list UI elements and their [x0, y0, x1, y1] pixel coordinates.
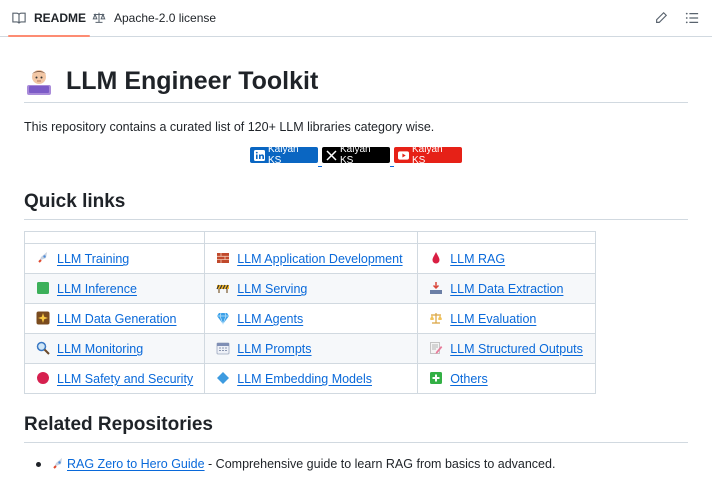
table-cell: LLM Data Generation: [23, 303, 206, 334]
link-llm-inference[interactable]: LLM Inference: [57, 282, 137, 296]
link-llm-application-development[interactable]: LLM Application Development: [237, 252, 402, 266]
table-header-cell: [417, 231, 597, 244]
edit-button[interactable]: [653, 10, 669, 26]
table-cell: LLM Agents: [204, 303, 419, 334]
plus-square-icon: [430, 372, 443, 384]
tab-license[interactable]: Apache-2.0 license: [92, 0, 216, 36]
link-llm-data-extraction[interactable]: LLM Data Extraction: [450, 282, 563, 296]
technologist-icon: [27, 70, 51, 95]
book-icon: [12, 12, 26, 24]
quick-links-heading: Quick links: [24, 191, 688, 220]
calendar-icon: [216, 342, 230, 355]
magnifier-icon: [36, 341, 50, 355]
brick-icon: [217, 253, 230, 263]
link-llm-structured-outputs[interactable]: LLM Structured Outputs: [450, 342, 583, 356]
pencil-icon: [656, 11, 668, 23]
table-cell: LLM RAG: [417, 243, 597, 274]
law-icon: [92, 12, 106, 23]
table-row: LLM Monitoring LLM Prompts LLM Structure…: [23, 333, 597, 364]
red-circle-icon: [37, 372, 49, 384]
scale-icon: [430, 313, 443, 324]
table-header-cell: [23, 231, 206, 244]
green-square-icon: [37, 282, 49, 294]
link-llm-safety-and-security[interactable]: LLM Safety and Security: [57, 372, 193, 386]
link-underline: [318, 166, 322, 167]
page-title: LLM Engineer Toolkit: [66, 67, 319, 95]
x-icon: [326, 149, 337, 161]
barrier-icon: [216, 284, 230, 293]
link-llm-data-generation[interactable]: LLM Data Generation: [57, 312, 177, 326]
table-cell: LLM Structured Outputs: [417, 333, 597, 364]
table-row: LLM Inference LLM Serving LLM Data Extra…: [23, 273, 597, 304]
table-cell: LLM Data Extraction: [417, 273, 597, 304]
tab-readme-label: README: [34, 11, 87, 25]
table-cell: LLM Monitoring: [23, 333, 206, 364]
table-cell: LLM Embedding Models: [204, 363, 419, 394]
table-cell: LLM Safety and Security: [23, 363, 206, 394]
related-repositories-list: RAG Zero to Hero Guide - Comprehensive g…: [36, 457, 555, 471]
list-icon: [685, 12, 699, 24]
table-cell: LLM Serving: [204, 273, 419, 304]
table-header-row: [23, 231, 597, 244]
tab-readme[interactable]: README: [8, 0, 91, 37]
rocket-icon: [38, 252, 47, 263]
link-llm-serving[interactable]: LLM Serving: [237, 282, 307, 296]
bullet-icon: [36, 461, 41, 467]
link-llm-monitoring[interactable]: LLM Monitoring: [57, 342, 143, 356]
tab-license-label: Apache-2.0 license: [114, 11, 217, 25]
outline-button[interactable]: [684, 10, 700, 26]
x-badge-label: Kalyan KS: [340, 144, 371, 166]
table-cell: LLM Application Development: [204, 243, 419, 274]
sparkle-icon: [36, 311, 50, 325]
drop-icon: [432, 252, 440, 264]
related-repositories-heading: Related Repositories: [24, 414, 688, 443]
readme-tabbar: README Apache-2.0 license: [0, 0, 712, 37]
table-cell: Others: [417, 363, 597, 394]
table-row: LLM Training LLM Application Development…: [23, 243, 597, 274]
link-llm-prompts[interactable]: LLM Prompts: [237, 342, 311, 356]
table-cell: LLM Evaluation: [417, 303, 597, 334]
youtube-icon: [398, 150, 409, 161]
link-rag-zero-to-hero-guide[interactable]: RAG Zero to Hero Guide: [67, 457, 205, 471]
table-row: LLM Safety and Security LLM Embedding Mo…: [23, 363, 597, 394]
gem-icon: [217, 312, 230, 325]
linkedin-badge-label: Kalyan KS: [268, 144, 299, 166]
rocket-icon: [53, 458, 62, 469]
youtube-badge-label: Kalyan KS: [412, 144, 443, 166]
page-title-row: LLM Engineer Toolkit: [24, 64, 688, 103]
x-badge[interactable]: Kalyan KS: [322, 144, 394, 167]
linkedin-icon: [254, 149, 265, 161]
link-llm-embedding-models[interactable]: LLM Embedding Models: [237, 372, 372, 386]
link-llm-training[interactable]: LLM Training: [57, 252, 129, 266]
linkedin-badge[interactable]: Kalyan KS: [250, 144, 322, 167]
table-cell: LLM Training: [23, 243, 206, 274]
link-llm-agents[interactable]: LLM Agents: [237, 312, 303, 326]
memo-icon: [430, 342, 443, 354]
table-header-cell: [204, 231, 419, 244]
list-item: RAG Zero to Hero Guide - Comprehensive g…: [36, 457, 555, 471]
table-row: LLM Data Generation LLM Agents LLM Evalu…: [23, 303, 597, 334]
table-cell: LLM Inference: [23, 273, 206, 304]
social-badges: Kalyan KS Kalyan KS Kalyan KS: [250, 144, 466, 167]
youtube-badge[interactable]: Kalyan KS: [394, 144, 462, 166]
diamond-icon: [217, 372, 230, 384]
link-underline: [390, 166, 394, 167]
quick-links-table: LLM Training LLM Application Development…: [23, 231, 597, 394]
link-llm-rag[interactable]: LLM RAG: [450, 252, 505, 266]
link-others[interactable]: Others: [450, 372, 488, 386]
repo-description: This repository contains a curated list …: [24, 120, 435, 134]
link-llm-evaluation[interactable]: LLM Evaluation: [450, 312, 536, 326]
table-cell: LLM Prompts: [204, 333, 419, 364]
related-item-description: - Comprehensive guide to learn RAG from …: [204, 457, 556, 471]
tray-icon: [430, 282, 443, 294]
